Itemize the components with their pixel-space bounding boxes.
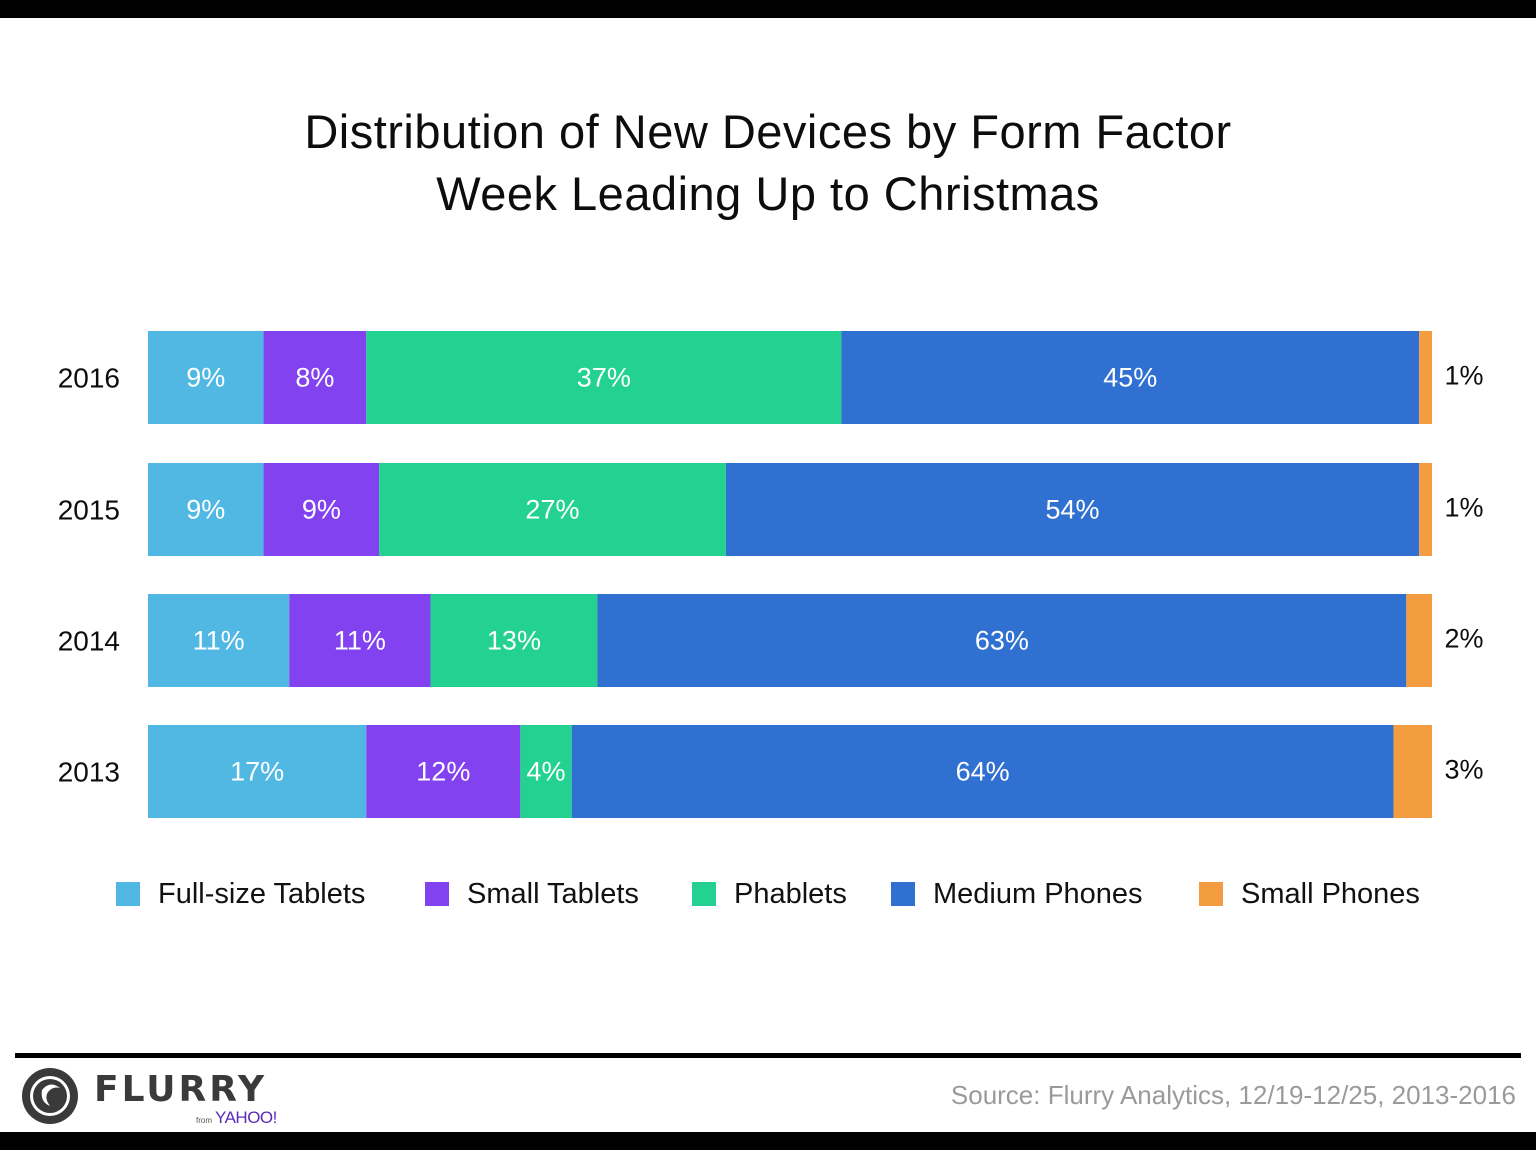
legend: Full-size Tablets Small Tablets Phablets… [0, 874, 1536, 914]
data-label: 9% [302, 495, 341, 525]
legend-item-phablets: Phablets [692, 874, 847, 914]
data-label: 63% [975, 626, 1029, 656]
bar-segment-small-phones [1419, 463, 1432, 556]
year-label: 2013 [58, 757, 120, 788]
year-label: 2014 [58, 626, 120, 657]
data-label: 13% [487, 626, 541, 656]
logo-from: from [196, 1116, 212, 1125]
legend-swatch [116, 882, 140, 906]
footer-divider [15, 1053, 1521, 1058]
data-label: 17% [230, 757, 284, 787]
data-label: 8% [295, 363, 334, 393]
logo-yahoo: YAHOO! [215, 1108, 277, 1127]
legend-label: Phablets [734, 877, 847, 910]
legend-label: Full-size Tablets [158, 877, 366, 910]
data-label: 11% [334, 626, 386, 656]
legend-swatch [425, 882, 449, 906]
legend-item-small-phones: Small Phones [1199, 874, 1420, 914]
legend-swatch [891, 882, 915, 906]
data-label: 4% [527, 757, 566, 787]
legend-item-small-tablets: Small Tablets [425, 874, 639, 914]
bottom-border [0, 1132, 1536, 1150]
data-label: 11% [193, 626, 245, 656]
legend-item-medium-phones: Medium Phones [891, 874, 1143, 914]
data-label: 1% [1444, 361, 1483, 391]
flurry-logo: FLURRY from YAHOO! [20, 1066, 277, 1127]
logo-wordmark: FLURRY [94, 1069, 268, 1110]
legend-label: Small Tablets [467, 877, 639, 910]
bar-segment-small-phones [1406, 594, 1432, 687]
data-label: 9% [186, 495, 225, 525]
data-label: 45% [1103, 363, 1157, 393]
flurry-swirl-icon [22, 1068, 78, 1124]
data-label: 37% [577, 363, 631, 393]
data-label: 1% [1444, 493, 1483, 523]
legend-label: Medium Phones [933, 877, 1143, 910]
year-label: 2015 [58, 495, 120, 526]
stacked-bar-chart: 2016 9% 8% 37% 45% 1% 2015 9% 9% 27% 54% 1% 2014 11% 1… [58, 331, 1484, 818]
data-label: 2% [1444, 624, 1483, 654]
data-label: 12% [416, 757, 470, 787]
data-label: 54% [1045, 495, 1099, 525]
bar-segment-small-phones [1419, 331, 1432, 424]
legend-swatch [1199, 882, 1223, 906]
data-label: 27% [525, 495, 579, 525]
legend-item-full-size-tablets: Full-size Tablets [116, 874, 365, 914]
logo-byline: from YAHOO! [196, 1108, 277, 1128]
legend-label: Small Phones [1241, 877, 1420, 910]
bar-segment-small-phones [1393, 725, 1432, 818]
data-label: 9% [186, 363, 225, 393]
legend-swatch [692, 882, 716, 906]
source-note: Source: Flurry Analytics, 12/19-12/25, 2… [950, 1080, 1516, 1110]
year-label: 2016 [58, 363, 120, 394]
data-label: 64% [956, 757, 1010, 787]
data-label: 3% [1444, 755, 1483, 785]
